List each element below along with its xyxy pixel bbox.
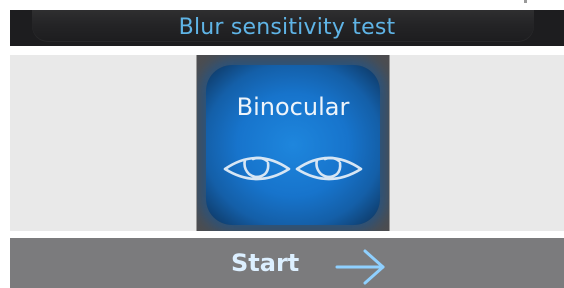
binocular-mode-tile[interactable]: Binocular <box>197 55 389 231</box>
mode-label: Binocular <box>236 93 350 121</box>
start-button[interactable]: Start <box>10 238 564 288</box>
binocular-eyes-icon <box>223 156 363 181</box>
start-label: Start <box>231 249 300 277</box>
mode-tile-glow <box>206 65 380 225</box>
arrow-right-icon <box>335 249 385 285</box>
left-empty-panel <box>10 55 197 231</box>
blur-test-screen: Blur sensitivity test Binocular Start <box>0 0 564 288</box>
header-bar: Blur sensitivity test <box>10 10 564 46</box>
page-title: Blur sensitivity test <box>178 15 396 40</box>
right-empty-panel <box>389 55 564 231</box>
mode-selection-area: Binocular <box>10 55 564 231</box>
header-indicator-dot <box>524 0 527 3</box>
